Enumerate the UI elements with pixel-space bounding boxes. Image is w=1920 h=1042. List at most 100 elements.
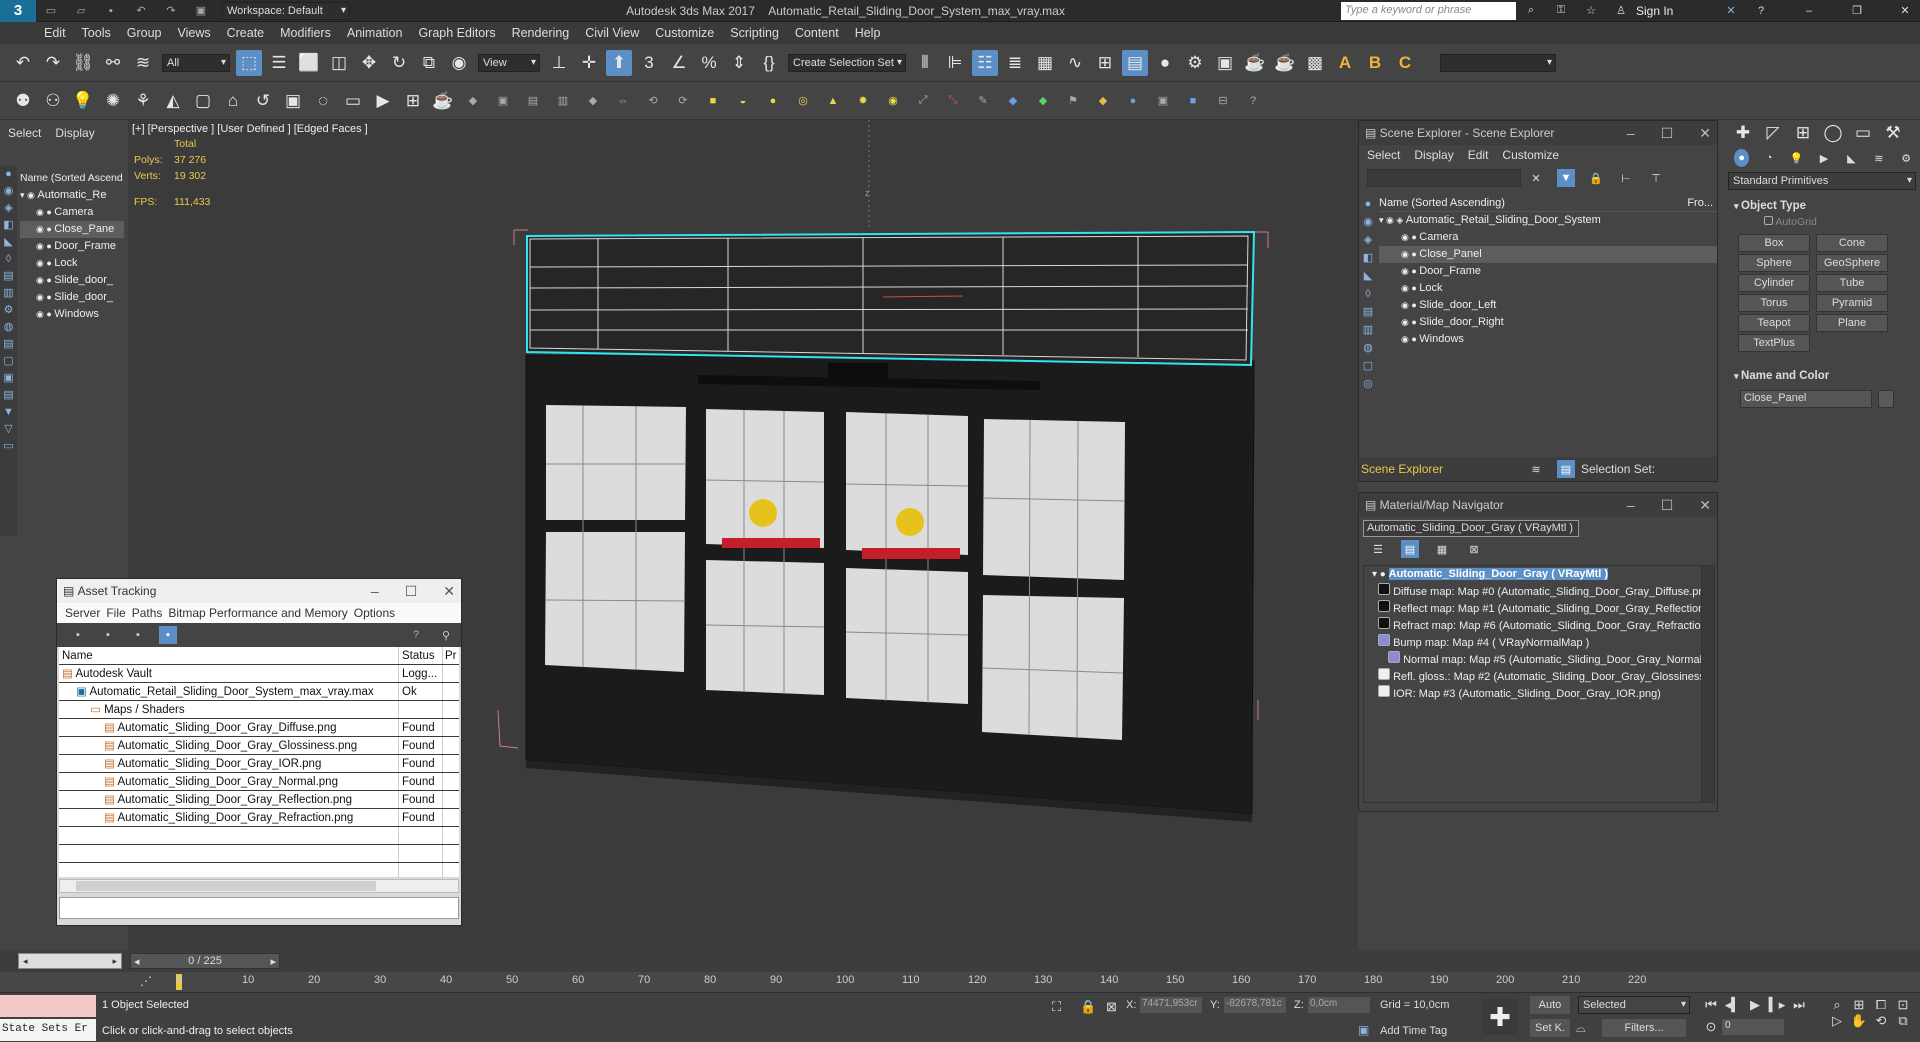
menu-animation[interactable]: Animation: [339, 22, 411, 44]
percent-snap-icon[interactable]: %: [696, 50, 722, 76]
geometry-icon[interactable]: ●: [1734, 149, 1750, 167]
at-col-status[interactable]: Status: [399, 647, 443, 664]
ribbon-tool-21-icon[interactable]: ⚑: [1064, 92, 1082, 110]
ribbon-tool-15-icon[interactable]: ◉: [884, 92, 902, 110]
mat-map-item[interactable]: Refract map: Map #6 (Automatic_Sliding_D…: [1364, 617, 1702, 634]
at-tool-3-icon[interactable]: ▪: [129, 626, 147, 644]
ribbon-tool-9-icon[interactable]: ■: [704, 92, 722, 110]
render-iterative-icon[interactable]: ☕: [1272, 50, 1298, 76]
workspace-dropdown[interactable]: Workspace: Default: [222, 1, 350, 20]
vray-refresh-icon[interactable]: ↺: [250, 88, 276, 114]
se-item-lock[interactable]: ◉ ● Lock: [1379, 280, 1717, 297]
layers-icon[interactable]: ≋: [1527, 460, 1545, 478]
vray-light-icon[interactable]: 💡: [70, 88, 96, 114]
link-icon[interactable]: ⛓: [70, 50, 96, 76]
vray-proxy-icon[interactable]: ⚇: [40, 88, 66, 114]
menu-modifiers[interactable]: Modifiers: [272, 22, 339, 44]
se-search-input[interactable]: [1367, 169, 1521, 187]
left-list-item[interactable]: ◉ ● Camera: [20, 204, 124, 221]
bind-spacewarp-icon[interactable]: ≋: [130, 50, 156, 76]
align-icon[interactable]: ⊫: [942, 50, 968, 76]
primitive-cone-button[interactable]: Cone: [1816, 234, 1888, 252]
se-footer-dropdown[interactable]: Scene Explorer: [1361, 462, 1521, 476]
close-icon[interactable]: ✕: [1699, 125, 1711, 142]
add-key-icon[interactable]: ✚: [1482, 999, 1518, 1035]
primitive-plane-button[interactable]: Plane: [1816, 314, 1888, 332]
mirror-icon[interactable]: ⫴: [912, 50, 938, 76]
maximize-viewport-icon[interactable]: ⧉: [1892, 1013, 1914, 1029]
scene-explorer-toggle-icon[interactable]: ☷: [972, 49, 998, 76]
menu-rendering[interactable]: Rendering: [504, 22, 578, 44]
at-col-name[interactable]: Name: [59, 647, 399, 664]
time-next-icon[interactable]: ▸: [270, 955, 276, 968]
at-menu-options[interactable]: Options: [354, 606, 395, 620]
ribbon-tool-5-icon[interactable]: ◆: [584, 92, 602, 110]
name-color-header[interactable]: ▾ Name and Color: [1734, 366, 1920, 386]
vray-viewport-icon[interactable]: ▭: [340, 88, 366, 114]
ribbon-tool-20-icon[interactable]: ◆: [1034, 92, 1052, 110]
vray-sun-icon[interactable]: ✺: [100, 88, 126, 114]
vray-frame-icon[interactable]: ▣: [280, 88, 306, 114]
table-row[interactable]: ▭ Maps / Shaders: [59, 701, 459, 719]
menu-scripting[interactable]: Scripting: [722, 22, 787, 44]
primitive-tube-button[interactable]: Tube: [1816, 274, 1888, 292]
view-list-icon[interactable]: ☰: [1369, 540, 1387, 558]
se-item-door-frame[interactable]: ◉ ● Door_Frame: [1379, 263, 1717, 280]
new-file-icon[interactable]: ▭: [42, 2, 60, 20]
named-selection-dropdown[interactable]: Create Selection Set: [788, 53, 906, 72]
ribbon-tool-19-icon[interactable]: ◆: [1004, 92, 1022, 110]
rendered-frame-icon[interactable]: ▣: [1212, 50, 1238, 76]
selection-set-icon[interactable]: ▤: [1557, 460, 1575, 478]
at-menu-file[interactable]: File: [106, 606, 125, 620]
ribbon-tool-17-icon[interactable]: ⤡: [944, 92, 962, 110]
ribbon-tool-4-icon[interactable]: ▥: [554, 92, 572, 110]
ribbon-tool-24-icon[interactable]: ▣: [1154, 92, 1172, 110]
window-crossing-icon[interactable]: ◫: [326, 50, 352, 76]
table-row[interactable]: ▤ Autodesk Vault Logg...: [59, 665, 459, 683]
zoom-extents-all-icon[interactable]: ⊡: [1892, 997, 1914, 1013]
ribbon-icon[interactable]: ▦: [1032, 50, 1058, 76]
at-help-icon[interactable]: ?: [407, 626, 425, 644]
object-type-header[interactable]: ▾ Object Type: [1734, 196, 1920, 216]
play-icon[interactable]: ▶: [1744, 997, 1766, 1013]
angle-snap-icon[interactable]: ∠: [666, 50, 692, 76]
se-root-item[interactable]: ▾ ◉ ◈ Automatic_Retail_Sliding_Door_Syst…: [1379, 212, 1717, 229]
autogrid-checkbox[interactable]: AutoGrid: [1734, 216, 1920, 234]
ribbon-tool-7-icon[interactable]: ⟲: [644, 92, 662, 110]
vray-fur-icon[interactable]: ⚘: [130, 88, 156, 114]
redo-icon[interactable]: ↷: [40, 50, 66, 76]
mat-map-item[interactable]: Normal map: Map #5 (Automatic_Sliding_Do…: [1364, 651, 1702, 668]
vray-tea-icon[interactable]: ☕: [430, 88, 456, 114]
dope-sheet-icon[interactable]: ⊞: [1092, 50, 1118, 76]
primitive-sphere-button[interactable]: Sphere: [1738, 254, 1810, 272]
menu-group[interactable]: Group: [119, 22, 170, 44]
modify-tab-icon[interactable]: ◸: [1760, 120, 1786, 146]
spinner-snap-icon[interactable]: ⇕: [726, 50, 752, 76]
ribbon-tool-10-icon[interactable]: ◒: [734, 92, 752, 110]
display-tab-icon[interactable]: ▭: [1850, 120, 1876, 146]
ribbon-tool-25-icon[interactable]: ■: [1184, 92, 1202, 110]
reference-coord-dropdown[interactable]: View: [478, 53, 540, 72]
view-large-icons-icon[interactable]: ⊠: [1465, 540, 1483, 558]
mat-nav-scrollbar[interactable]: [1701, 565, 1715, 803]
left-list-header[interactable]: Name (Sorted Ascend: [20, 170, 124, 187]
vray-ies-icon[interactable]: ▢: [190, 88, 216, 114]
schematic-view-icon[interactable]: ▤: [1122, 49, 1148, 76]
shapes-icon[interactable]: ◔: [1761, 149, 1776, 167]
se-menu-customize[interactable]: Customize: [1502, 148, 1559, 162]
close-icon[interactable]: ✕: [1896, 2, 1914, 20]
hierarchy-tab-icon[interactable]: ⊞: [1790, 120, 1816, 146]
material-editor-icon[interactable]: ●: [1152, 50, 1178, 76]
left-list-item[interactable]: ◉ ● Door_Frame: [20, 238, 124, 255]
mat-map-item[interactable]: Refl. gloss.: Map #2 (Automatic_Sliding_…: [1364, 668, 1702, 685]
key-mode-dropdown[interactable]: Selected: [1578, 996, 1690, 1014]
absolute-mode-icon[interactable]: ⊠: [1106, 999, 1117, 1015]
mat-nav-titlebar[interactable]: ▤ Material/Map Navigator – ☐ ✕: [1359, 493, 1717, 517]
time-prev-icon[interactable]: ◂: [134, 955, 140, 968]
undo-icon[interactable]: ↶: [132, 2, 150, 20]
text-c-icon[interactable]: C: [1392, 50, 1418, 76]
table-row[interactable]: ▤ Automatic_Sliding_Door_Gray_Diffuse.pn…: [59, 719, 459, 737]
at-menu-server[interactable]: Server: [65, 606, 100, 620]
scene-explorer-titlebar[interactable]: ▤ Scene Explorer - Scene Explorer – ☐ ✕: [1359, 121, 1717, 145]
menu-edit[interactable]: Edit: [36, 22, 74, 44]
